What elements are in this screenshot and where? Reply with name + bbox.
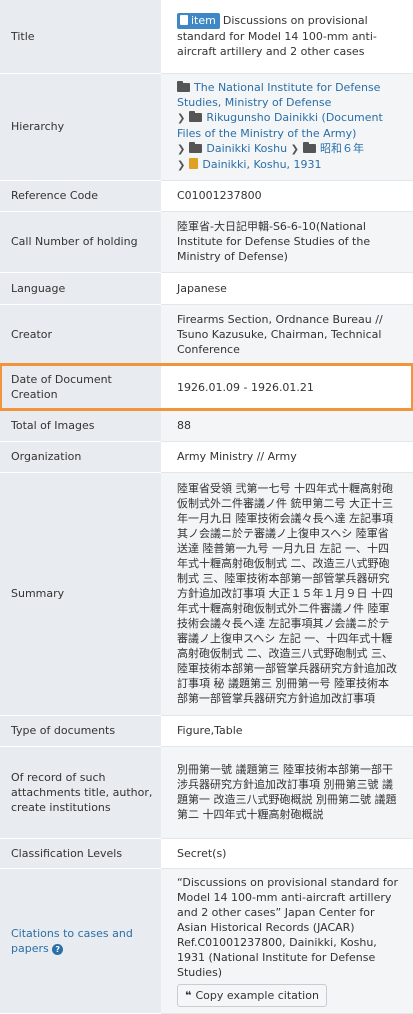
attachments-key: Of record of such attachments title, aut… [0, 746, 161, 839]
citations-link[interactable]: Citations to cases and papers [11, 927, 133, 955]
row-hierarchy: Hierarchy The National Institute for Def… [0, 73, 413, 181]
row-classification: Classification Levels Secret(s) [0, 838, 413, 869]
help-icon[interactable]: ? [52, 943, 64, 955]
row-reference-code: Reference Code C01001237800 [0, 180, 413, 212]
row-attachments: Of record of such attachments title, aut… [0, 746, 413, 839]
row-language: Language Japanese [0, 272, 413, 305]
citations-key: Citations to cases and papers ? [0, 868, 161, 1014]
row-citations: Citations to cases and papers ? “Discuss… [0, 868, 413, 1014]
row-summary: Summary 陸軍省受領 弐第一七号 十四年式十糎高射砲仮制式外二件審議ノ件 … [0, 472, 413, 716]
reference-code-key: Reference Code [0, 180, 161, 212]
item-badge-label: item [191, 14, 216, 28]
title-key: Title [0, 0, 161, 74]
hierarchy-link-3[interactable]: Dainikki Koshu [206, 142, 287, 155]
type-documents-value: Figure,Table [161, 715, 413, 747]
hierarchy-level-3: ❯ Dainikki Koshu ❯ 昭和６年 [177, 141, 399, 157]
hierarchy-link-2[interactable]: Rikugunsho Dainikki (Document Files of t… [177, 111, 383, 140]
title-value: item Discussions on provisional standard … [161, 0, 413, 74]
row-date-creation: Date of Document Creation 1926.01.09 - 1… [0, 363, 413, 411]
type-documents-key: Type of documents [0, 715, 161, 747]
chevron-right-icon: ❯ [177, 144, 186, 155]
item-badge: item [177, 13, 220, 30]
call-number-value: 陸軍省-大日記甲輯-S6-6-10(National Institute for… [161, 211, 413, 273]
copy-citation-button[interactable]: ❝ Copy example citation [177, 983, 327, 1007]
hierarchy-value: The National Institute for Defense Studi… [161, 73, 413, 181]
date-key: Date of Document Creation [0, 364, 161, 411]
total-images-value: 88 [161, 410, 413, 442]
language-key: Language [0, 272, 161, 305]
row-creator: Creator Firearms Section, Ordnance Burea… [0, 304, 413, 365]
row-title: Title item Discussions on provisional sta… [0, 0, 413, 74]
organization-key: Organization [0, 441, 161, 473]
folder-icon [177, 81, 190, 92]
language-value: Japanese [161, 272, 413, 305]
quote-icon: ❝ [185, 988, 192, 1002]
metadata-table: Title item Discussions on provisional sta… [0, 0, 413, 1014]
call-number-key: Call Number of holding [0, 211, 161, 273]
copy-citation-label: Copy example citation [195, 988, 319, 1002]
book-icon [189, 158, 199, 169]
classification-key: Classification Levels [0, 838, 161, 869]
total-images-key: Total of Images [0, 410, 161, 442]
row-total-images: Total of Images 88 [0, 410, 413, 442]
document-icon [180, 15, 188, 26]
chevron-right-icon: ❯ [177, 113, 186, 124]
date-value: 1926.01.09 - 1926.01.21 [161, 364, 413, 411]
hierarchy-level-1: The National Institute for Defense Studi… [177, 80, 399, 110]
row-organization: Organization Army Ministry // Army [0, 441, 413, 473]
row-type-documents: Type of documents Figure,Table [0, 715, 413, 747]
citations-value: “Discussions on provisional standard for… [161, 868, 413, 1014]
citation-text: “Discussions on provisional standard for… [177, 875, 399, 979]
summary-key: Summary [0, 472, 161, 716]
attachments-value: 別冊第一號 議題第三 陸軍技術本部第一部干涉兵器研究方針追加改訂事項 別冊第三號… [161, 746, 413, 839]
row-call-number: Call Number of holding 陸軍省-大日記甲輯-S6-6-10… [0, 211, 413, 273]
hierarchy-link-4[interactable]: 昭和６年 [320, 142, 364, 155]
creator-key: Creator [0, 304, 161, 365]
folder-icon [189, 111, 203, 122]
creator-value: Firearms Section, Ordnance Bureau // Tsu… [161, 304, 413, 365]
chevron-right-icon: ❯ [177, 160, 186, 171]
hierarchy-level-4: ❯ Dainikki, Koshu, 1931 [177, 157, 399, 173]
hierarchy-link-5[interactable]: Dainikki, Koshu, 1931 [202, 158, 321, 171]
classification-value: Secret(s) [161, 838, 413, 869]
chevron-right-icon: ❯ [290, 144, 299, 155]
reference-code-value: C01001237800 [161, 180, 413, 212]
summary-value: 陸軍省受領 弐第一七号 十四年式十糎高射砲仮制式外二件審議ノ件 銃甲第二号 大正… [161, 472, 413, 716]
hierarchy-key: Hierarchy [0, 73, 161, 181]
organization-value: Army Ministry // Army [161, 441, 413, 473]
hierarchy-link-1[interactable]: The National Institute for Defense Studi… [177, 81, 380, 109]
folder-icon [189, 142, 203, 153]
hierarchy-level-2: ❯ Rikugunsho Dainikki (Document Files of … [177, 110, 399, 141]
folder-icon [302, 142, 316, 153]
